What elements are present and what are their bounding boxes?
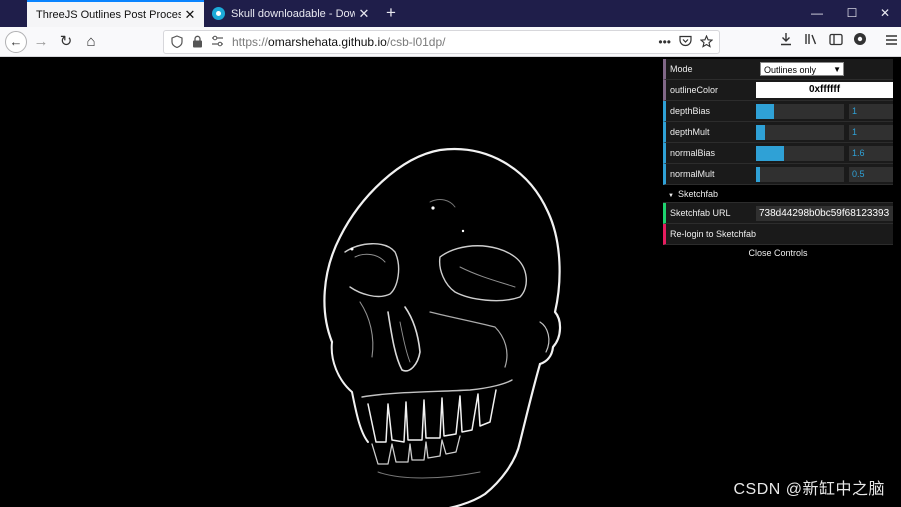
close-controls-button[interactable]: Close Controls [663, 245, 893, 261]
controls-panel: Mode Outlines only ▼ outlineColor 0xffff… [663, 59, 893, 261]
url-host: omarshehata.github.io [268, 35, 387, 49]
depth-mult-slider[interactable] [756, 125, 844, 140]
slider-label: depthBias [670, 106, 711, 116]
depth-bias-input[interactable]: 1 [849, 104, 893, 119]
sketchfab-url-label: Sketchfab URL [670, 208, 731, 218]
normal-bias-control: normalBias 1.6 [663, 143, 893, 164]
page-actions-button[interactable]: ••• [658, 35, 671, 51]
lock-icon[interactable] [190, 35, 204, 49]
address-bar[interactable]: https://omarshehata.github.io/csb-l01dp/… [163, 30, 720, 54]
threejs-canvas[interactable]: Mode Outlines only ▼ outlineColor 0xffff… [0, 57, 901, 507]
folder-title: Sketchfab [677, 189, 718, 199]
tab-title: Skull downloadable - Downloa [231, 7, 355, 20]
skull-outline-render [323, 148, 562, 507]
triangle-down-icon: ▼ [668, 193, 674, 199]
back-button[interactable]: ← [5, 31, 27, 53]
maximize-button[interactable]: ☐ [835, 0, 869, 27]
depth-bias-control: depthBias 1 [663, 101, 893, 122]
reload-button[interactable]: ↻ [55, 31, 77, 53]
normal-mult-input[interactable]: 0.5 [849, 167, 893, 182]
relogin-label: Re-login to Sketchfab [670, 229, 757, 239]
forward-button[interactable]: → [30, 31, 52, 53]
normal-mult-control: normalMult 0.5 [663, 164, 893, 185]
chevron-down-icon: ▼ [833, 65, 841, 74]
slider-label: depthMult [670, 127, 710, 137]
library-icon[interactable] [800, 31, 822, 53]
minimize-button[interactable]: — [800, 0, 834, 27]
relogin-sketchfab-button[interactable]: Re-login to Sketchfab [663, 224, 893, 245]
depth-bias-slider[interactable] [756, 104, 844, 119]
url-text: https://omarshehata.github.io/csb-l01dp/ [232, 35, 445, 49]
slider-fill [756, 125, 765, 140]
bookmark-star-icon[interactable] [699, 34, 714, 51]
menu-icon[interactable] [880, 31, 901, 53]
tab-title: ThreeJS Outlines Post Process [36, 8, 181, 21]
pocket-icon[interactable] [679, 35, 692, 51]
mode-label: Mode [670, 64, 693, 74]
sketchfab-url-control: Sketchfab URL 738d44298b0bc59f68123393 [663, 203, 893, 224]
normal-bias-input[interactable]: 1.6 [849, 146, 893, 161]
normal-mult-slider[interactable] [756, 167, 844, 182]
outline-color-input[interactable]: 0xffffff [756, 82, 893, 98]
normal-bias-slider[interactable] [756, 146, 844, 161]
window-close-button[interactable]: ✕ [868, 0, 901, 27]
slider-fill [756, 146, 785, 161]
home-button[interactable]: ⌂ [80, 31, 102, 53]
depth-mult-input[interactable]: 1 [849, 125, 893, 140]
sketchfab-favicon-icon [212, 7, 225, 20]
downloads-icon[interactable] [775, 31, 797, 53]
shield-icon[interactable] [170, 35, 184, 49]
tab-strip: ThreeJS Outlines Post Process ✕ Skull do… [0, 0, 901, 27]
close-icon[interactable]: ✕ [355, 6, 373, 22]
outline-color-label: outlineColor [670, 85, 719, 95]
mode-select[interactable]: Outlines only ▼ [760, 62, 844, 76]
sidebar-icon[interactable] [825, 31, 847, 53]
tab-threejs-outlines[interactable]: ThreeJS Outlines Post Process ✕ [27, 0, 204, 27]
url-path: /csb-l01dp/ [386, 35, 446, 49]
slider-label: normalBias [670, 148, 716, 158]
sketchfab-folder-toggle[interactable]: ▼ Sketchfab [663, 185, 893, 203]
slider-fill [756, 167, 761, 182]
url-scheme: https:// [232, 35, 269, 49]
slider-fill [756, 104, 774, 119]
outline-color-control: outlineColor 0xffffff [663, 80, 893, 101]
permissions-icon[interactable] [210, 35, 224, 49]
tab-skull-downloadable[interactable]: Skull downloadable - Downloa ✕ [205, 0, 378, 27]
nav-bar: ← → ↻ ⌂ https://omarshehata.github.io/cs… [0, 27, 901, 57]
watermark: CSDN @新缸中之脑 [733, 481, 885, 498]
mode-control: Mode Outlines only ▼ [663, 59, 893, 80]
new-tab-button[interactable]: + [380, 2, 402, 24]
slider-label: normalMult [670, 169, 715, 179]
close-icon[interactable]: ✕ [181, 7, 199, 23]
depth-mult-control: depthMult 1 [663, 122, 893, 143]
mode-value: Outlines only [764, 65, 817, 75]
account-icon[interactable] [849, 31, 871, 53]
sketchfab-url-input[interactable]: 738d44298b0bc59f68123393 [756, 206, 893, 221]
